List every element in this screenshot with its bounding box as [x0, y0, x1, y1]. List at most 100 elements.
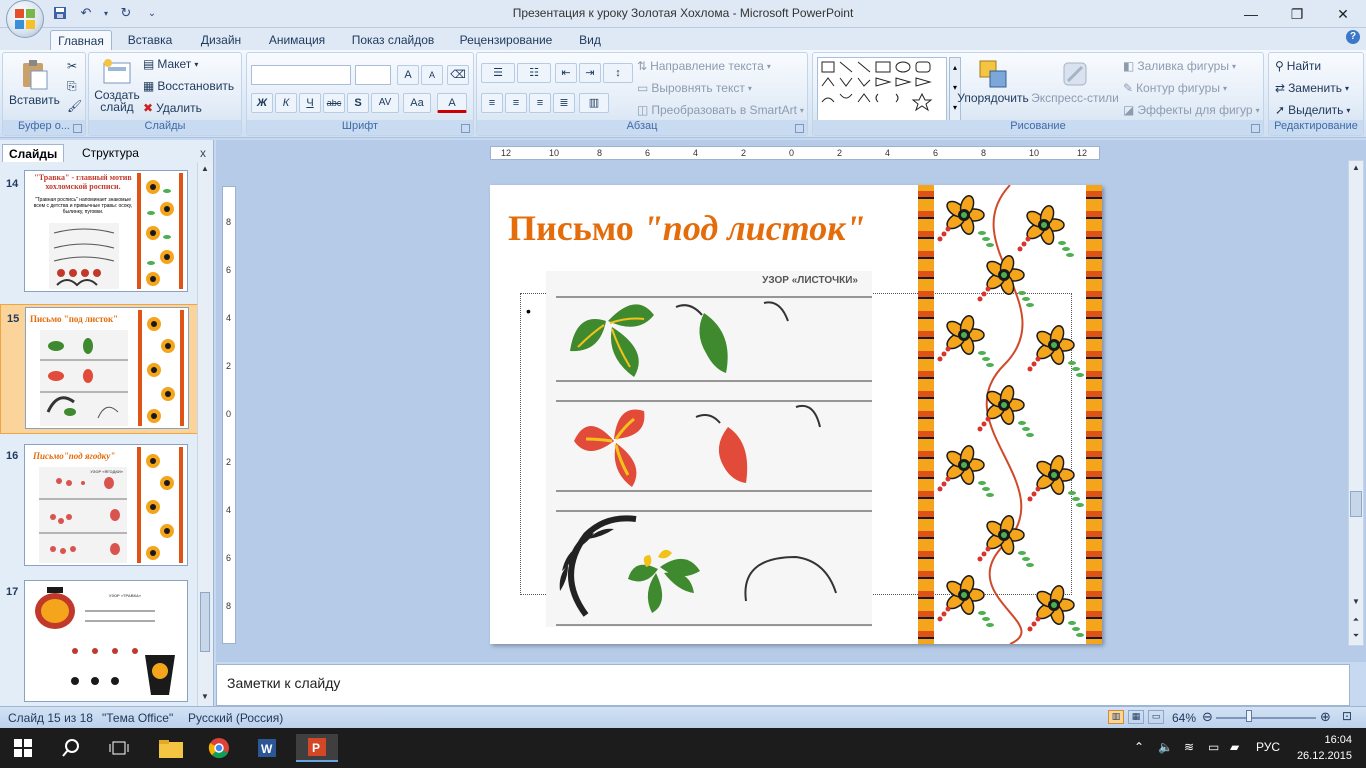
normal-view-icon[interactable]: ▥	[1108, 710, 1124, 724]
delete-slide-button[interactable]: ✖ Удалить	[143, 101, 202, 115]
font-name-combo[interactable]	[251, 65, 351, 85]
tab-design[interactable]: Дизайн	[192, 30, 250, 50]
slide-canvas[interactable]: Письмо "под листок" • УЗОР «ЛИСТОЧКИ»	[490, 185, 1102, 644]
zoom-level[interactable]: 64%	[1172, 711, 1196, 725]
maximize-button[interactable]: ❐	[1274, 0, 1320, 28]
zoom-slider[interactable]	[1216, 717, 1316, 719]
new-slide-button[interactable]: Создать слайд	[93, 59, 141, 113]
tab-review[interactable]: Рецензирование	[452, 30, 560, 50]
chevron-up-icon[interactable]: ⌃	[1134, 740, 1144, 754]
tab-insert[interactable]: Вставка	[118, 30, 182, 50]
slide-sorter-icon[interactable]: ▦	[1128, 710, 1144, 724]
change-case-button[interactable]: Aa	[403, 93, 431, 113]
tab-slides[interactable]: Слайды	[2, 144, 65, 162]
align-center-icon[interactable]: ≡	[505, 93, 527, 113]
zoom-thumb[interactable]	[1246, 710, 1252, 722]
cut-icon[interactable]: ✂	[67, 59, 77, 73]
tab-slideshow[interactable]: Показ слайдов	[344, 30, 442, 50]
format-painter-icon[interactable]: 🖌	[67, 99, 82, 113]
shape-fill-button[interactable]: ◧ Заливка фигуры ▾	[1123, 59, 1236, 73]
align-right-icon[interactable]: ≡	[529, 93, 551, 113]
previous-slide-icon[interactable]: ⏶	[1350, 615, 1362, 627]
zoom-in-icon[interactable]: ⊕	[1320, 709, 1331, 725]
replace-button[interactable]: ⇄ Заменить ▾	[1275, 81, 1349, 95]
thumbnail-scrollbar[interactable]: ▲ ▼	[197, 162, 213, 706]
scroll-up-icon[interactable]: ▲	[1350, 163, 1362, 175]
copy-icon[interactable]: ⎘	[67, 79, 77, 94]
language-status[interactable]: Русский (Россия)	[188, 711, 283, 725]
minimize-button[interactable]: —	[1228, 0, 1274, 28]
dialog-launcher-icon[interactable]	[795, 124, 804, 133]
shape-effects-button[interactable]: ◪ Эффекты для фигур ▾	[1123, 103, 1260, 117]
fit-to-window-icon[interactable]: ⊡	[1342, 709, 1352, 723]
shadow-button[interactable]: S	[347, 93, 369, 113]
notes-pane[interactable]: Заметки к слайду	[216, 664, 1350, 706]
align-left-icon[interactable]: ≡	[481, 93, 503, 113]
close-button[interactable]: ✕	[1320, 0, 1366, 28]
tab-outline[interactable]: Структура	[76, 144, 145, 162]
grow-font-button[interactable]: A	[397, 65, 419, 85]
char-spacing-button[interactable]: AV	[371, 93, 399, 113]
help-icon[interactable]: ?	[1346, 30, 1360, 44]
italic-button[interactable]: К	[275, 93, 297, 113]
dialog-launcher-icon[interactable]	[1251, 124, 1260, 133]
horizontal-ruler[interactable]: 12 10 8 6 4 2 0 2 4 6 8 10 12	[490, 146, 1100, 160]
reset-button[interactable]: ▦ Восстановить	[143, 79, 234, 93]
battery-icon[interactable]: ▭	[1208, 740, 1219, 754]
thumbnail-slide-15[interactable]: 15 Письмо "под листок"	[0, 304, 198, 434]
justify-icon[interactable]: ≣	[553, 93, 575, 113]
scroll-down-icon[interactable]: ▼	[199, 692, 211, 704]
file-explorer-icon[interactable]	[156, 734, 186, 762]
slideshow-icon[interactable]: ▭	[1148, 710, 1164, 724]
numbering-icon[interactable]: ☷	[517, 63, 551, 83]
clear-format-icon[interactable]: ⌫	[447, 65, 469, 85]
columns-icon[interactable]: ▥	[579, 93, 609, 113]
scroll-thumb[interactable]	[200, 592, 210, 652]
tab-animation[interactable]: Анимация	[260, 30, 334, 50]
line-spacing-icon[interactable]: ↕	[603, 63, 633, 83]
input-language[interactable]: РУС	[1256, 740, 1280, 754]
shapes-gallery[interactable]	[817, 57, 947, 121]
next-slide-icon[interactable]: ⏷	[1350, 631, 1362, 643]
close-icon[interactable]: x	[200, 146, 206, 160]
arrange-button[interactable]: Упорядочить	[957, 59, 1029, 105]
scroll-down-icon[interactable]: ▼	[1350, 597, 1362, 609]
wifi-icon[interactable]: ≋	[1184, 740, 1194, 754]
find-button[interactable]: ⚲ Найти	[1275, 59, 1321, 73]
scroll-thumb[interactable]	[1350, 491, 1362, 517]
text-direction-button[interactable]: ⇅ Направление текста ▾	[637, 59, 771, 73]
tab-view[interactable]: Вид	[570, 30, 610, 50]
quick-styles-button[interactable]: Экспресс-стили	[1031, 59, 1119, 105]
editor-scrollbar[interactable]: ▲ ▼ ⏶ ⏷	[1348, 160, 1364, 646]
windows-start-icon[interactable]	[8, 734, 38, 762]
theme-name[interactable]: "Тема Office"	[102, 711, 173, 725]
word-icon[interactable]: W	[252, 734, 282, 762]
thumbnail-slide-16[interactable]: 16 Письмо"под ягодку" УЗОР «ЯГОДКИ»	[0, 442, 198, 572]
notification-icon[interactable]: ▰	[1230, 740, 1239, 754]
zoom-out-icon[interactable]: ⊖	[1202, 709, 1213, 725]
thumbnail-slide-17[interactable]: 17 УЗОР «ТРАВКА»	[0, 578, 198, 706]
shrink-font-button[interactable]: A	[421, 65, 443, 85]
chrome-icon[interactable]	[204, 734, 234, 762]
decrease-indent-icon[interactable]: ⇤	[555, 63, 577, 83]
search-icon[interactable]	[56, 734, 86, 762]
paste-button[interactable]: Вставить	[9, 59, 60, 107]
vertical-ruler[interactable]: 8 6 4 2 0 2 4 6 8	[222, 186, 236, 644]
select-button[interactable]: ➚ Выделить ▾	[1275, 103, 1350, 117]
office-button[interactable]	[6, 0, 44, 38]
font-color-button[interactable]: A	[437, 93, 467, 113]
align-text-button[interactable]: ▭ Выровнять текст ▾	[637, 81, 752, 95]
slide-title[interactable]: Письмо "под листок"	[508, 207, 865, 249]
layout-button[interactable]: ▤ Макет ▾	[143, 57, 198, 71]
increase-indent-icon[interactable]: ⇥	[579, 63, 601, 83]
shape-outline-button[interactable]: ✎ Контур фигуры ▾	[1123, 81, 1227, 95]
strikethrough-button[interactable]: abc	[323, 93, 345, 113]
bullets-icon[interactable]: ☰	[481, 63, 515, 83]
powerpoint-icon[interactable]: P	[296, 734, 338, 762]
font-size-combo[interactable]	[355, 65, 391, 85]
volume-icon[interactable]: 🔈	[1158, 740, 1173, 754]
dialog-launcher-icon[interactable]	[73, 124, 82, 133]
thumbnail-slide-14[interactable]: 14 "Травка" - главный мотив хохломской р…	[0, 166, 198, 296]
task-view-icon[interactable]	[104, 734, 134, 762]
scroll-up-icon[interactable]: ▲	[199, 164, 211, 176]
